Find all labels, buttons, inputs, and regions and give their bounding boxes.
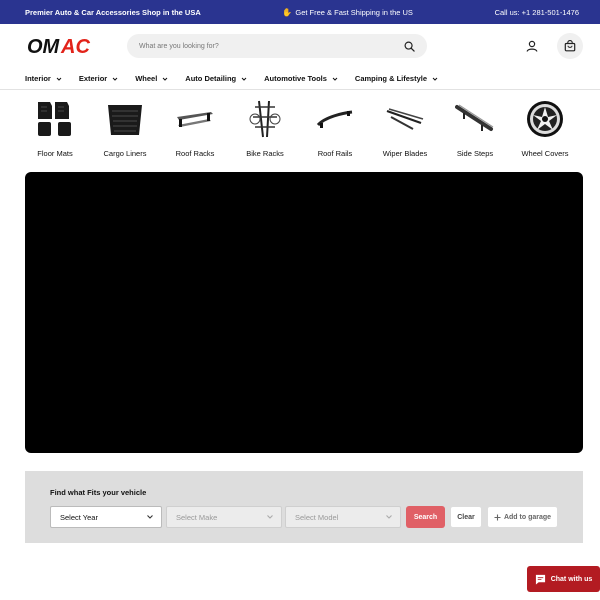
category-roof-rails[interactable]: Roof Rails	[300, 99, 370, 162]
cart-icon[interactable]	[557, 33, 583, 59]
select-make-label: Select Make	[176, 512, 218, 522]
main-nav: Interior Exterior Wheel Auto Detailing A…	[0, 68, 600, 90]
announcement-center: ✋ Get Free & Fast Shipping in the US	[282, 8, 413, 17]
chevron-down-icon	[432, 77, 438, 81]
nav-label: Wheel	[135, 74, 158, 83]
select-model[interactable]: Select Model	[285, 506, 401, 528]
chevron-down-icon	[267, 515, 273, 519]
category-strip: Floor Mats Cargo Liners Roof Racks Bike …	[0, 90, 600, 162]
bike-rack-icon	[249, 100, 281, 138]
select-model-label: Select Model	[295, 512, 339, 522]
chevron-down-icon	[386, 515, 392, 519]
wiper-blade-icon	[386, 108, 424, 130]
cargo-liner-icon	[108, 105, 142, 135]
category-label: Side Steps	[456, 149, 494, 158]
nav-label: Camping & Lifestyle	[354, 74, 428, 83]
category-label: Cargo Liners	[103, 149, 147, 158]
category-side-steps[interactable]: Side Steps	[440, 99, 510, 162]
category-bike-racks[interactable]: Bike Racks	[230, 99, 300, 162]
finder-clear-button[interactable]: Clear	[450, 506, 482, 528]
chat-bubble-icon	[535, 574, 545, 585]
roof-rail-icon	[316, 110, 353, 128]
omac-logo[interactable]: OM AC	[27, 36, 99, 56]
select-year[interactable]: Select Year	[50, 506, 162, 528]
account-icon[interactable]	[519, 33, 545, 59]
nav-label: Automotive Tools	[264, 74, 327, 83]
chat-label: Chat with us	[550, 575, 593, 583]
video-player[interactable]	[25, 172, 583, 453]
announcement-center-text: Get Free & Fast Shipping in the US	[295, 7, 413, 17]
raised-hand-icon: ✋	[282, 7, 293, 17]
nav-item-exterior[interactable]: Exterior	[79, 74, 118, 83]
search-icon[interactable]	[403, 40, 415, 52]
select-make[interactable]: Select Make	[166, 506, 282, 528]
site-header: OM AC What are you looking for?	[0, 24, 600, 68]
plus-icon	[494, 514, 501, 520]
add-to-garage-button[interactable]: Add to garage	[487, 506, 558, 528]
chevron-down-icon	[332, 77, 338, 81]
chevron-down-icon	[147, 515, 153, 519]
category-cargo-liners[interactable]: Cargo Liners	[90, 99, 160, 162]
announcement-left: Premier Auto & Car Accessories Shop in t…	[25, 7, 201, 17]
chevron-down-icon	[56, 77, 62, 81]
announcement-bar: Premier Auto & Car Accessories Shop in t…	[0, 0, 600, 24]
category-roof-racks[interactable]: Roof Racks	[160, 99, 230, 162]
nav-item-auto-detailing[interactable]: Auto Detailing	[185, 74, 247, 83]
nav-item-camping-lifestyle[interactable]: Camping & Lifestyle	[355, 74, 438, 83]
category-label: Roof Racks	[175, 149, 215, 158]
add-to-garage-label: Add to garage	[503, 513, 552, 521]
category-wheel-covers[interactable]: Wheel Covers	[510, 99, 580, 162]
category-label: Roof Rails	[317, 149, 353, 158]
category-label: Bike Racks	[246, 149, 284, 158]
category-label: Wiper Blades	[382, 149, 428, 158]
search-bar[interactable]: What are you looking for?	[127, 34, 427, 58]
category-floor-mats[interactable]: Floor Mats	[20, 99, 90, 162]
chevron-down-icon	[112, 77, 118, 81]
chevron-down-icon	[241, 77, 247, 81]
side-step-icon	[455, 104, 494, 131]
svg-text:AC: AC	[60, 36, 90, 56]
finder-search-button[interactable]: Search	[406, 506, 445, 528]
search-input[interactable]: What are you looking for?	[139, 43, 403, 50]
nav-item-wheel[interactable]: Wheel	[135, 74, 168, 83]
announcement-phone[interactable]: Call us: +1 281-501-1476	[495, 8, 579, 17]
floor-mats-icon	[38, 102, 71, 136]
vehicle-finder: Find what Fits your vehicle Select Year …	[25, 471, 583, 543]
nav-item-automotive-tools[interactable]: Automotive Tools	[264, 74, 338, 83]
nav-label: Auto Detailing	[185, 74, 237, 83]
chat-button[interactable]: Chat with us	[527, 566, 600, 592]
wheel-cover-icon	[527, 101, 563, 137]
finder-title: Find what Fits your vehicle	[50, 488, 147, 497]
category-label: Wheel Covers	[521, 149, 569, 158]
nav-item-interior[interactable]: Interior	[25, 74, 62, 83]
roof-rack-icon	[177, 112, 213, 127]
nav-label: Interior	[25, 74, 51, 83]
category-label: Floor Mats	[37, 149, 73, 158]
svg-text:OM: OM	[27, 36, 61, 56]
chevron-down-icon	[162, 77, 168, 81]
category-wiper-blades[interactable]: Wiper Blades	[370, 99, 440, 162]
select-year-label: Select Year	[60, 512, 98, 522]
nav-label: Exterior	[78, 74, 108, 83]
